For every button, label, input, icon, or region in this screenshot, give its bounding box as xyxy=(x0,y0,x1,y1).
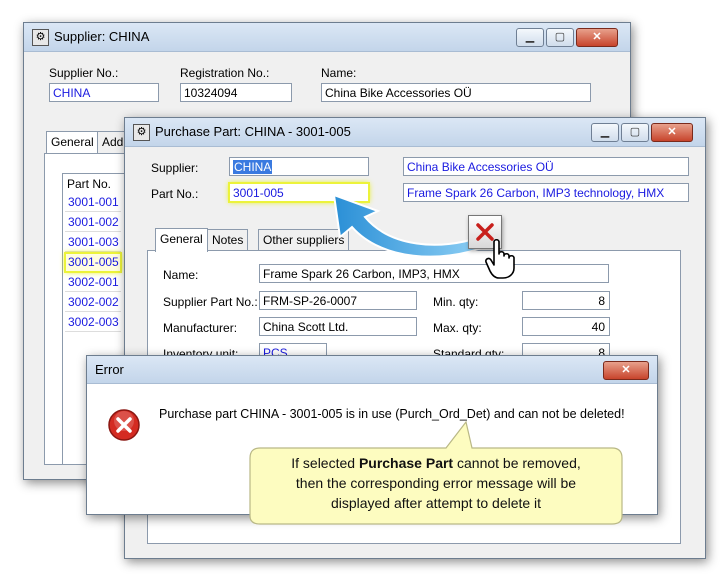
error-titlebar[interactable]: Error ✕ xyxy=(87,356,657,384)
tab-notes[interactable]: Notes xyxy=(207,229,249,251)
registration-no-label: Registration No.: xyxy=(180,66,270,80)
name-label: Name: xyxy=(321,66,357,80)
supplier-part-no-field[interactable]: FRM-SP-26-0007 xyxy=(259,291,417,310)
callout-text: If selected Purchase Part cannot be remo… xyxy=(252,453,620,513)
supplier-name-field[interactable]: China Bike Accessories OÜ xyxy=(403,157,689,176)
supplier-label: Supplier: xyxy=(151,161,199,175)
supplier-field[interactable]: CHINA xyxy=(229,157,369,176)
list-item[interactable]: 3002-003 xyxy=(65,313,121,332)
manufacturer-label: Manufacturer: xyxy=(163,321,238,335)
callout-line-2: then the corresponding error message wil… xyxy=(295,475,577,491)
list-item[interactable]: 3002-001 xyxy=(65,273,121,292)
close-button[interactable]: ✕ xyxy=(576,28,618,47)
supplier-titlebar[interactable]: ⚙ Supplier: CHINA ▁ ▢ ✕ xyxy=(24,23,630,52)
window-title: Supplier: CHINA xyxy=(54,29,150,44)
close-button[interactable]: ✕ xyxy=(603,361,649,380)
supplier-value: CHINA xyxy=(233,160,273,174)
minimize-button[interactable]: ▁ xyxy=(516,28,544,47)
part-no-label: Part No.: xyxy=(151,187,199,201)
supplier-no-field[interactable]: CHINA xyxy=(49,83,159,102)
min-qty-field[interactable]: 8 xyxy=(522,291,610,310)
list-item[interactable]: 3001-001 xyxy=(65,193,121,212)
max-qty-label: Max. qty: xyxy=(433,321,482,335)
maximize-button[interactable]: ▢ xyxy=(621,123,649,142)
supplier-no-label: Supplier No.: xyxy=(49,66,119,80)
callout-line-3: displayed after attempt to delete it xyxy=(330,495,542,511)
list-item[interactable]: 3001-002 xyxy=(65,213,121,232)
list-item[interactable]: 3001-003 xyxy=(65,233,121,252)
purchase-part-titlebar[interactable]: ⚙ Purchase Part: CHINA - 3001-005 ▁ ▢ ✕ xyxy=(125,118,705,147)
callout-line-1: If selected Purchase Part cannot be remo… xyxy=(291,455,581,471)
app-icon: ⚙ xyxy=(133,124,150,141)
error-icon xyxy=(108,409,140,441)
tab-general[interactable]: General xyxy=(46,131,99,153)
error-title: Error xyxy=(95,362,124,377)
max-qty-field[interactable]: 40 xyxy=(522,317,610,336)
close-button[interactable]: ✕ xyxy=(651,123,693,142)
curved-arrow-icon xyxy=(332,193,486,258)
name-label: Name: xyxy=(163,268,199,282)
maximize-button[interactable]: ▢ xyxy=(546,28,574,47)
callout-bold-term: Purchase Part xyxy=(358,455,454,471)
supplier-part-no-label: Supplier Part No.: xyxy=(163,295,258,309)
name-field[interactable]: Frame Spark 26 Carbon, IMP3, HMX xyxy=(259,264,609,283)
manufacturer-field[interactable]: China Scott Ltd. xyxy=(259,317,417,336)
part-list-header: Part No. xyxy=(67,177,112,191)
app-icon: ⚙ xyxy=(32,29,49,46)
minimize-button[interactable]: ▁ xyxy=(591,123,619,142)
registration-no-field[interactable]: 10324094 xyxy=(180,83,292,102)
list-item-selected[interactable]: 3001-005 xyxy=(64,252,122,273)
window-title: Purchase Part: CHINA - 3001-005 xyxy=(155,124,351,139)
list-item[interactable]: 3002-002 xyxy=(65,293,121,312)
name-field[interactable]: China Bike Accessories OÜ xyxy=(321,83,591,102)
min-qty-label: Min. qty: xyxy=(433,295,479,309)
hand-cursor-icon xyxy=(485,238,515,279)
tab-general[interactable]: General xyxy=(155,228,208,252)
